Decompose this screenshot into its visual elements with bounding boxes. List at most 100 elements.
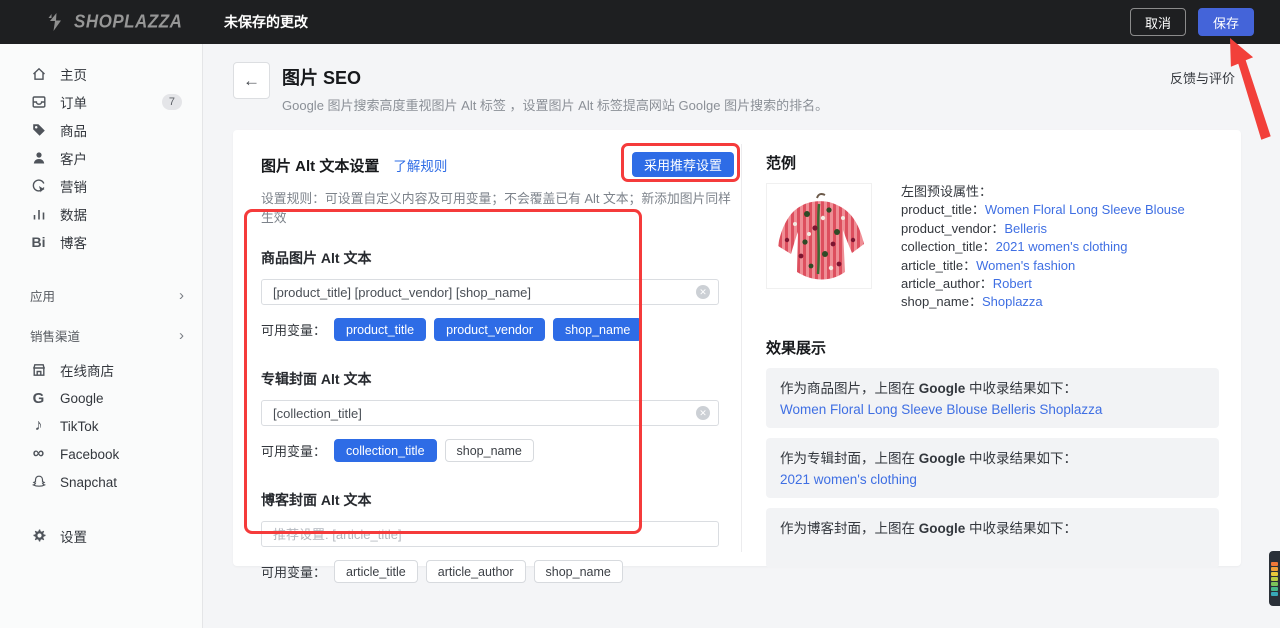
sidebar-item-marketing[interactable]: 营销 [0,172,202,200]
sidebar-item-google[interactable]: G Google [0,384,202,412]
variables-label: 可用变量： [261,441,326,460]
sidebar-item-label: 博客 [60,232,87,252]
product-alt-section: 商品图片 Alt 文本 ✕ 可用变量： product_title produc… [261,248,741,341]
learn-rules-link[interactable]: 了解规则 [393,155,447,175]
preset-heading: 左图预设属性： [901,183,1185,201]
result-link[interactable]: Women Floral Long Sleeve Blouse Belleris… [780,402,1205,418]
section-label: 专辑封面 Alt 文本 [261,369,741,389]
example-product-image [766,183,872,289]
collection-alt-input[interactable] [261,400,719,426]
result-link [780,542,1205,558]
sidebar-item-settings[interactable]: 设置 [0,522,202,550]
shoplazza-logo-text: SHOPLAZZA [74,11,182,33]
blog-alt-section: 博客封面 Alt 文本 可用变量： article_title article_… [261,490,741,583]
property-row: article_title：Women's fashion [901,257,1185,275]
result-box-collection: 作为专辑封面，上图在 Google 中收录结果如下： 2021 women's … [766,438,1219,498]
sidebar-group-label: 应用 [30,286,55,305]
sidebar-item-label: 营销 [60,176,87,196]
sidebar-item-tiktok[interactable]: ♪ TikTok [0,412,202,440]
back-arrow-icon: ← [243,71,260,91]
home-icon [30,66,47,83]
example-column: 范例 [742,130,1241,566]
sidebar-item-online-store[interactable]: 在线商店 [0,356,202,384]
example-title: 范例 [766,152,1219,173]
sidebar-item-analytics[interactable]: 数据 [0,200,202,228]
sidebar-item-products[interactable]: 商品 [0,116,202,144]
variable-tag-article-author[interactable]: article_author [426,560,526,583]
clear-input-icon[interactable]: ✕ [696,406,710,420]
variable-tag-collection-title[interactable]: collection_title [334,439,437,462]
sidebar-item-label: 客户 [60,148,87,168]
sidebar: 主页 订单 7 商品 客户 [0,44,203,628]
sidebar-item-label: 订单 [60,92,87,112]
property-row: product_vendor：Belleris [901,220,1185,238]
feedback-link[interactable]: 反馈与评价 [1170,68,1235,87]
result-link[interactable]: 2021 women's clothing [780,472,1205,488]
bar-chart-icon [30,206,47,223]
variable-tag-product-title[interactable]: product_title [334,318,426,341]
shoplazza-logo: SHOPLAZZA [46,12,196,32]
chevron-right-icon: › [179,328,184,343]
blog-icon: Bi [30,234,47,251]
product-alt-input[interactable] [261,279,719,305]
variable-tag-shop-name[interactable]: shop_name [445,439,534,462]
sidebar-item-label: 主页 [60,64,87,84]
sidebar-item-home[interactable]: 主页 [0,60,202,88]
google-icon: G [30,390,47,407]
rule-note: 设置规则：可设置自定义内容及可用变量；不会覆盖已有 Alt 文本；新添加图片同样… [261,188,741,226]
sidebar-item-label: 在线商店 [60,360,114,380]
topbar: SHOPLAZZA 未保存的更改 取消 保存 [0,0,1280,44]
collection-alt-section: 专辑封面 Alt 文本 ✕ 可用变量： collection_title sho… [261,369,741,462]
apply-recommended-button[interactable]: 采用推荐设置 [632,152,734,177]
gear-icon [30,528,47,545]
sidebar-item-label: 商品 [60,120,87,140]
facebook-meta-icon: ∞ [30,446,47,463]
sidebar-item-customers[interactable]: 客户 [0,144,202,172]
marketing-icon [30,178,47,195]
sidebar-item-orders[interactable]: 订单 7 [0,88,202,116]
variables-label: 可用变量： [261,562,326,581]
settings-title: 图片 Alt 文本设置 [261,155,379,176]
sidebar-item-label: 设置 [60,526,87,546]
sidebar-item-label: TikTok [60,419,99,434]
blog-alt-input[interactable] [261,521,719,547]
shoplazza-logo-icon [46,12,66,32]
result-box-blog: 作为博客封面，上图在 Google 中收录结果如下： [766,508,1219,568]
property-row: shop_name：Shoplazza [901,293,1185,311]
sidebar-item-label: Facebook [60,447,119,462]
sidebar-item-label: Snapchat [60,475,117,490]
page-subtitle: Google 图片搜索高度重视图片 Alt 标签 ，设置图片 Alt 标签提高网… [282,95,828,114]
sidebar-item-blog[interactable]: Bi 博客 [0,228,202,256]
sidebar-group-sales-channels[interactable]: 销售渠道 › [0,322,202,348]
results-title: 效果展示 [766,337,1219,358]
image-seo-card: 图片 Alt 文本设置 了解规则 采用推荐设置 设置规则：可设置自定义内容及可用… [233,130,1241,566]
variable-tag-product-vendor[interactable]: product_vendor [434,318,545,341]
alt-text-settings-column: 图片 Alt 文本设置 了解规则 采用推荐设置 设置规则：可设置自定义内容及可用… [233,130,741,566]
property-row: article_author：Robert [901,275,1185,293]
sidebar-item-label: Google [60,391,104,406]
save-button[interactable]: 保存 [1198,8,1254,36]
unsaved-changes-text: 未保存的更改 [224,12,308,32]
clear-input-icon[interactable]: ✕ [696,285,710,299]
sidebar-group-apps[interactable]: 应用 › [0,282,202,308]
back-button[interactable]: ← [233,62,270,99]
sidebar-group-label: 销售渠道 [30,326,80,345]
property-row: product_title：Women Floral Long Sleeve B… [901,201,1185,219]
feedback-widget[interactable] [1269,551,1280,606]
cancel-button[interactable]: 取消 [1130,8,1186,36]
customers-icon [30,150,47,167]
section-label: 博客封面 Alt 文本 [261,490,741,510]
sidebar-item-facebook[interactable]: ∞ Facebook [0,440,202,468]
variable-tag-article-title[interactable]: article_title [334,560,418,583]
variables-label: 可用变量： [261,320,326,339]
snapchat-ghost-icon [30,474,47,491]
chevron-right-icon: › [179,288,184,303]
sidebar-item-snapchat[interactable]: Snapchat [0,468,202,496]
preset-properties: 左图预设属性： product_title：Women Floral Long … [901,183,1185,312]
variable-tag-shop-name[interactable]: shop_name [553,318,642,341]
sidebar-item-label: 数据 [60,204,87,224]
variable-tag-shop-name[interactable]: shop_name [534,560,623,583]
result-box-product: 作为商品图片，上图在 Google 中收录结果如下： Women Floral … [766,368,1219,428]
property-row: collection_title：2021 women's clothing [901,238,1185,256]
page-header: ← 图片 SEO Google 图片搜索高度重视图片 Alt 标签 ，设置图片 … [233,58,1241,124]
